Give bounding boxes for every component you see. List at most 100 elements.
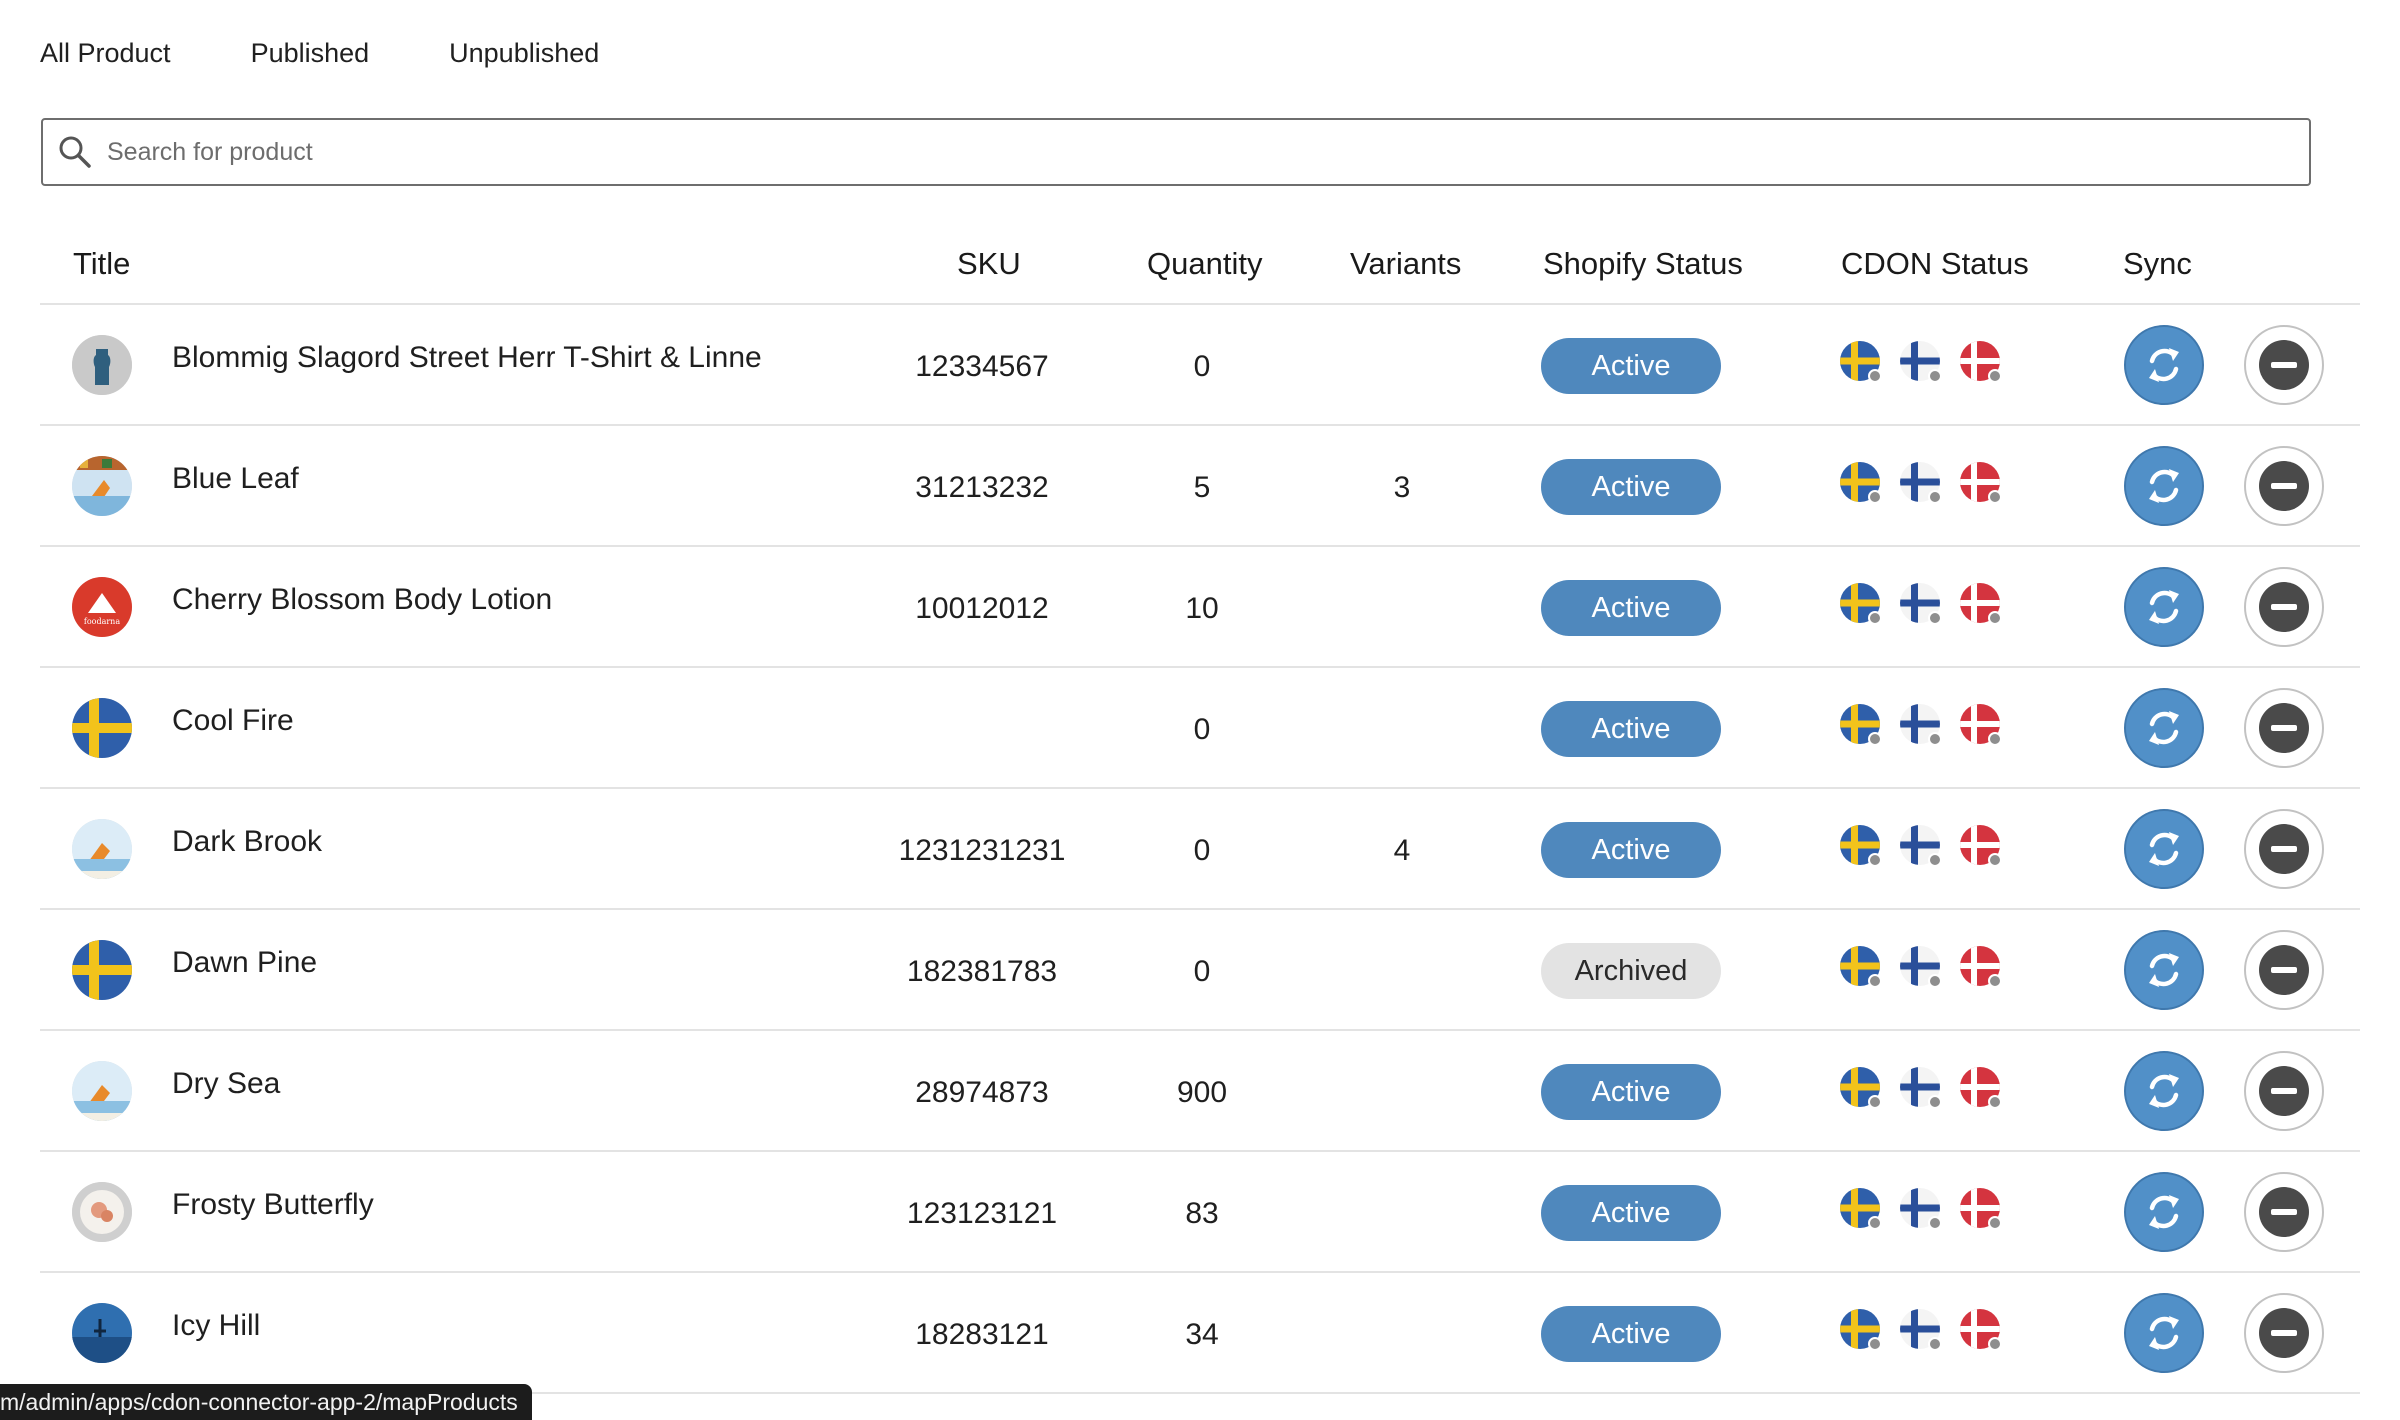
table-row[interactable]: Frosty Butterfly 123123121 83 Active bbox=[40, 1152, 2360, 1273]
market-sweden[interactable] bbox=[1840, 1067, 1882, 1109]
product-thumbnail bbox=[72, 335, 132, 395]
table-row[interactable]: foodarna Cherry Blossom Body Lotion 1001… bbox=[40, 547, 2360, 668]
product-title: Dawn Pine bbox=[172, 946, 318, 979]
market-finland[interactable] bbox=[1900, 946, 1942, 988]
product-title: Blue Leaf bbox=[172, 462, 299, 495]
remove-button[interactable] bbox=[2244, 446, 2324, 526]
market-sweden[interactable] bbox=[1840, 462, 1882, 504]
market-sweden[interactable] bbox=[1840, 1188, 1882, 1230]
product-quantity: 900 bbox=[1176, 1076, 1228, 1109]
tab-unpublished[interactable]: Unpublished bbox=[449, 38, 599, 69]
market-denmark[interactable] bbox=[1960, 704, 2002, 746]
status-dot bbox=[1988, 611, 2002, 625]
remove-button[interactable] bbox=[2244, 1293, 2324, 1373]
market-finland[interactable] bbox=[1900, 1188, 1942, 1230]
market-finland[interactable] bbox=[1900, 1067, 1942, 1109]
product-thumbnail bbox=[72, 1061, 132, 1121]
table-row[interactable]: Icy Hill 18283121 34 Active bbox=[40, 1273, 2360, 1394]
market-sweden[interactable] bbox=[1840, 946, 1882, 988]
product-title: Dry Sea bbox=[172, 1067, 281, 1100]
product-filter-tabs: All Product Published Unpublished bbox=[40, 38, 599, 69]
product-sku: 12334567 bbox=[915, 350, 1049, 383]
sync-button[interactable] bbox=[2124, 325, 2204, 405]
sync-icon bbox=[2149, 1074, 2179, 1108]
remove-button[interactable] bbox=[2244, 809, 2324, 889]
market-finland[interactable] bbox=[1900, 825, 1942, 867]
market-finland[interactable] bbox=[1900, 704, 1942, 746]
status-dot bbox=[1868, 853, 1882, 867]
status-dot bbox=[1928, 1337, 1942, 1351]
table-row[interactable]: Dry Sea 28974873 900 Active bbox=[40, 1031, 2360, 1152]
product-thumbnail: foodarna bbox=[72, 577, 132, 637]
status-dot bbox=[1868, 490, 1882, 504]
sync-button[interactable] bbox=[2124, 1293, 2204, 1373]
sync-icon bbox=[2149, 590, 2179, 624]
shopify-status-badge[interactable]: Active bbox=[1541, 1064, 1721, 1120]
market-sweden[interactable] bbox=[1840, 1309, 1882, 1351]
table-row[interactable]: Cool Fire 0 Active bbox=[40, 668, 2360, 789]
remove-button[interactable] bbox=[2244, 1172, 2324, 1252]
product-sku: 18283121 bbox=[915, 1318, 1049, 1351]
market-denmark[interactable] bbox=[1960, 825, 2002, 867]
shopify-status-badge[interactable]: Active bbox=[1541, 1306, 1721, 1362]
table-row[interactable]: Dark Brook 1231231231 0 4 Active bbox=[40, 789, 2360, 910]
market-denmark[interactable] bbox=[1960, 583, 2002, 625]
product-quantity: 0 bbox=[1193, 350, 1211, 383]
sync-button[interactable] bbox=[2124, 930, 2204, 1010]
market-finland[interactable] bbox=[1900, 462, 1942, 504]
market-sweden[interactable] bbox=[1840, 341, 1882, 383]
sync-button[interactable] bbox=[2124, 688, 2204, 768]
market-sweden[interactable] bbox=[1840, 583, 1882, 625]
shopify-status-badge[interactable]: Active bbox=[1541, 1185, 1721, 1241]
minus-circle-icon bbox=[2259, 340, 2309, 390]
product-quantity: 10 bbox=[1185, 592, 1219, 625]
product-title: Icy Hill bbox=[172, 1309, 261, 1342]
table-row[interactable]: Blue Leaf 31213232 5 3 Active bbox=[40, 426, 2360, 547]
market-denmark[interactable] bbox=[1960, 341, 2002, 383]
market-finland[interactable] bbox=[1900, 1309, 1942, 1351]
product-sku: 182381783 bbox=[906, 955, 1058, 988]
sync-button[interactable] bbox=[2124, 446, 2204, 526]
sync-button[interactable] bbox=[2124, 809, 2204, 889]
status-dot bbox=[1868, 611, 1882, 625]
status-dot bbox=[1928, 490, 1942, 504]
market-finland[interactable] bbox=[1900, 341, 1942, 383]
sync-button[interactable] bbox=[2124, 1051, 2204, 1131]
column-quantity: Quantity bbox=[1147, 246, 1263, 281]
shopify-status-badge[interactable]: Archived bbox=[1541, 943, 1721, 999]
tab-published[interactable]: Published bbox=[251, 38, 370, 69]
table-row[interactable]: Blommig Slagord Street Herr T-Shirt & Li… bbox=[40, 305, 2360, 426]
market-denmark[interactable] bbox=[1960, 1309, 2002, 1351]
product-quantity: 0 bbox=[1193, 834, 1211, 867]
shopify-status-badge[interactable]: Active bbox=[1541, 580, 1721, 636]
table-row[interactable]: Dawn Pine 182381783 0 Archived bbox=[40, 910, 2360, 1031]
shopify-status-badge[interactable]: Active bbox=[1541, 822, 1721, 878]
remove-button[interactable] bbox=[2244, 688, 2324, 768]
market-denmark[interactable] bbox=[1960, 1067, 2002, 1109]
column-title: Title bbox=[73, 246, 131, 281]
remove-button[interactable] bbox=[2244, 930, 2324, 1010]
sync-button[interactable] bbox=[2124, 1172, 2204, 1252]
status-dot bbox=[1868, 1095, 1882, 1109]
product-thumbnail bbox=[72, 940, 132, 1000]
product-sku: 10012012 bbox=[915, 592, 1049, 625]
shopify-status-badge[interactable]: Active bbox=[1541, 459, 1721, 515]
remove-button[interactable] bbox=[2244, 325, 2324, 405]
market-finland[interactable] bbox=[1900, 583, 1942, 625]
market-sweden[interactable] bbox=[1840, 825, 1882, 867]
product-quantity: 0 bbox=[1193, 713, 1211, 746]
market-denmark[interactable] bbox=[1960, 946, 2002, 988]
status-dot bbox=[1928, 369, 1942, 383]
minus-circle-icon bbox=[2259, 945, 2309, 995]
tab-all-product[interactable]: All Product bbox=[40, 38, 171, 69]
shopify-status-badge[interactable]: Active bbox=[1541, 701, 1721, 757]
market-denmark[interactable] bbox=[1960, 462, 2002, 504]
market-denmark[interactable] bbox=[1960, 1188, 2002, 1230]
shopify-status-badge[interactable]: Active bbox=[1541, 338, 1721, 394]
market-sweden[interactable] bbox=[1840, 704, 1882, 746]
status-dot bbox=[1928, 611, 1942, 625]
search-input[interactable] bbox=[105, 136, 2259, 168]
remove-button[interactable] bbox=[2244, 567, 2324, 647]
sync-button[interactable] bbox=[2124, 567, 2204, 647]
remove-button[interactable] bbox=[2244, 1051, 2324, 1131]
